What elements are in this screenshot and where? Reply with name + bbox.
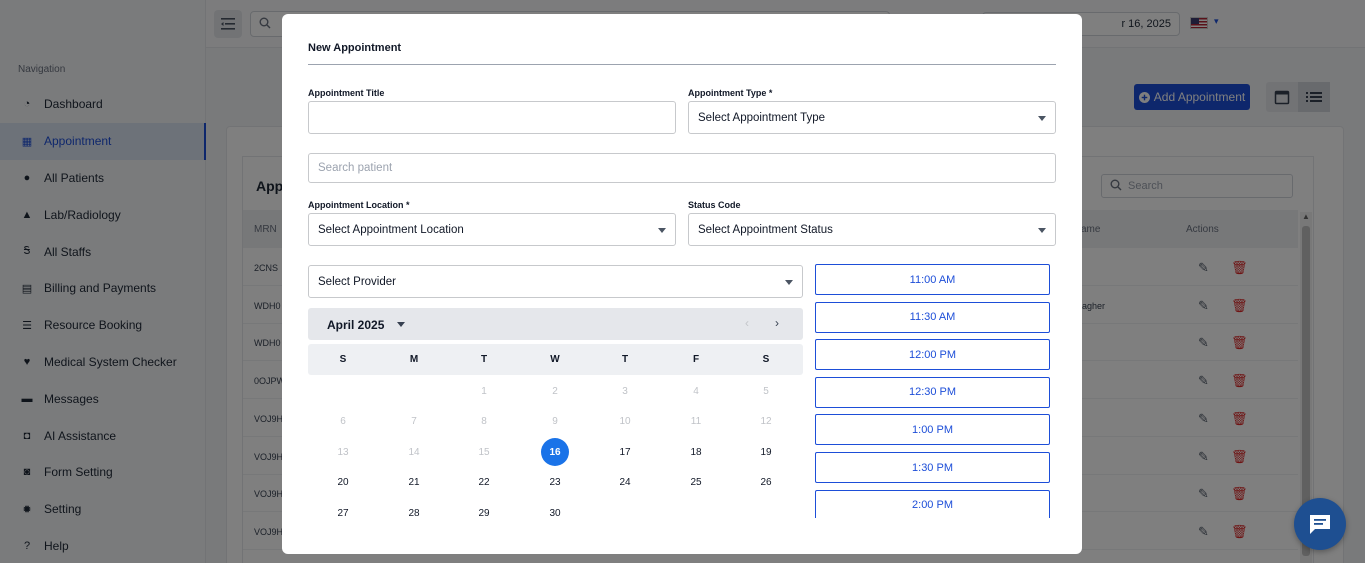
weekday-label: T: [621, 354, 629, 365]
dropdown-caret-icon: [785, 280, 793, 285]
calendar-day: 5: [763, 385, 769, 397]
calendar-day[interactable]: 30: [541, 499, 569, 527]
month-dropdown-caret-icon[interactable]: [397, 322, 405, 327]
chat-button[interactable]: [1294, 498, 1346, 550]
calendar-day[interactable]: 28: [400, 499, 428, 527]
dropdown-caret-icon: [1038, 228, 1046, 233]
calendar-day: 1: [481, 385, 487, 397]
chat-icon: [1310, 515, 1330, 534]
time-slot-button[interactable]: 12:30 PM: [815, 376, 1050, 408]
appointment-title-input[interactable]: [308, 101, 676, 134]
time-slot-button[interactable]: 1:30 PM: [815, 452, 1050, 483]
calendar-day: 15: [478, 446, 490, 458]
weekday-label: M: [409, 354, 419, 365]
calendar-day[interactable]: 24: [611, 468, 639, 496]
calendar-day[interactable]: 25: [682, 468, 710, 496]
calendar-day: 14: [408, 446, 420, 458]
calendar-day-selected[interactable]: 16: [541, 438, 569, 466]
calendar-day: 7: [411, 415, 417, 427]
weekday-label: F: [692, 354, 700, 365]
dropdown-caret-icon: [658, 228, 666, 233]
appointment-type-select[interactable]: Select Appointment Type: [688, 101, 1056, 134]
appointment-location-select[interactable]: Select Appointment Location: [308, 213, 676, 246]
time-slot-list: 11:00 AM 11:30 AM 12:00 PM 12:30 PM 1:00 PM 1…: [815, 264, 1050, 518]
new-appointment-modal: New Appointment Appointment Title Appoin…: [282, 14, 1082, 554]
status-code-select[interactable]: Select Appointment Status: [688, 213, 1056, 246]
calendar-day: 13: [337, 446, 349, 458]
status-code-label: Status Code: [688, 200, 741, 210]
calendar-day: 11: [690, 415, 702, 427]
weekday-label: T: [480, 354, 488, 365]
appointment-location-label: Appointment Location *: [308, 200, 410, 210]
calendar-day[interactable]: 26: [752, 468, 780, 496]
calendar-month-label[interactable]: April 2025: [327, 318, 384, 332]
calendar-weekday-row: SMTWTFS: [308, 344, 803, 375]
calendar-day: 6: [340, 415, 346, 427]
appointment-location-value: Select Appointment Location: [318, 224, 464, 236]
modal-divider: [308, 64, 1056, 65]
calendar-day: 12: [760, 415, 772, 427]
calendar-day: 9: [552, 415, 558, 427]
appointment-type-value: Select Appointment Type: [698, 112, 826, 124]
modal-title: New Appointment: [308, 42, 402, 54]
appointment-title-label: Appointment Title: [308, 88, 385, 98]
calendar-day[interactable]: 23: [541, 468, 569, 496]
calendar-prev-button[interactable]: ‹: [745, 316, 749, 330]
calendar-next-button[interactable]: ›: [775, 316, 779, 330]
calendar-day[interactable]: 27: [329, 499, 357, 527]
calendar-day[interactable]: 17: [611, 438, 639, 466]
calendar-day: 4: [693, 385, 699, 397]
time-slot-button[interactable]: 1:00 PM: [815, 414, 1050, 446]
time-slot-button[interactable]: 12:00 PM: [815, 339, 1050, 371]
time-slot-button[interactable]: 11:00 AM: [815, 264, 1050, 295]
calendar-day[interactable]: 20: [329, 468, 357, 496]
calendar-day[interactable]: 29: [470, 499, 498, 527]
calendar-day[interactable]: 18: [682, 438, 710, 466]
calendar-day[interactable]: 22: [470, 468, 498, 496]
calendar-day: 3: [622, 385, 628, 397]
appointment-type-label: Appointment Type *: [688, 88, 773, 98]
dropdown-caret-icon: [1038, 116, 1046, 121]
calendar-day[interactable]: 19: [752, 438, 780, 466]
provider-value: Select Provider: [318, 276, 396, 288]
calendar-day[interactable]: 21: [400, 468, 428, 496]
search-patient-input[interactable]: Search patient: [308, 153, 1056, 183]
time-slot-button[interactable]: 2:00 PM: [815, 489, 1050, 518]
calendar-day: 10: [619, 415, 631, 427]
calendar-header: April 2025 ‹ ›: [308, 308, 803, 340]
weekday-label: W: [550, 354, 560, 365]
provider-select[interactable]: Select Provider: [308, 265, 803, 298]
time-slot-button[interactable]: 11:30 AM: [815, 301, 1050, 333]
weekday-label: S: [762, 354, 770, 365]
weekday-label: S: [339, 354, 347, 365]
status-code-value: Select Appointment Status: [698, 224, 833, 236]
calendar-day: 8: [481, 415, 487, 427]
calendar-day: 2: [552, 385, 558, 397]
